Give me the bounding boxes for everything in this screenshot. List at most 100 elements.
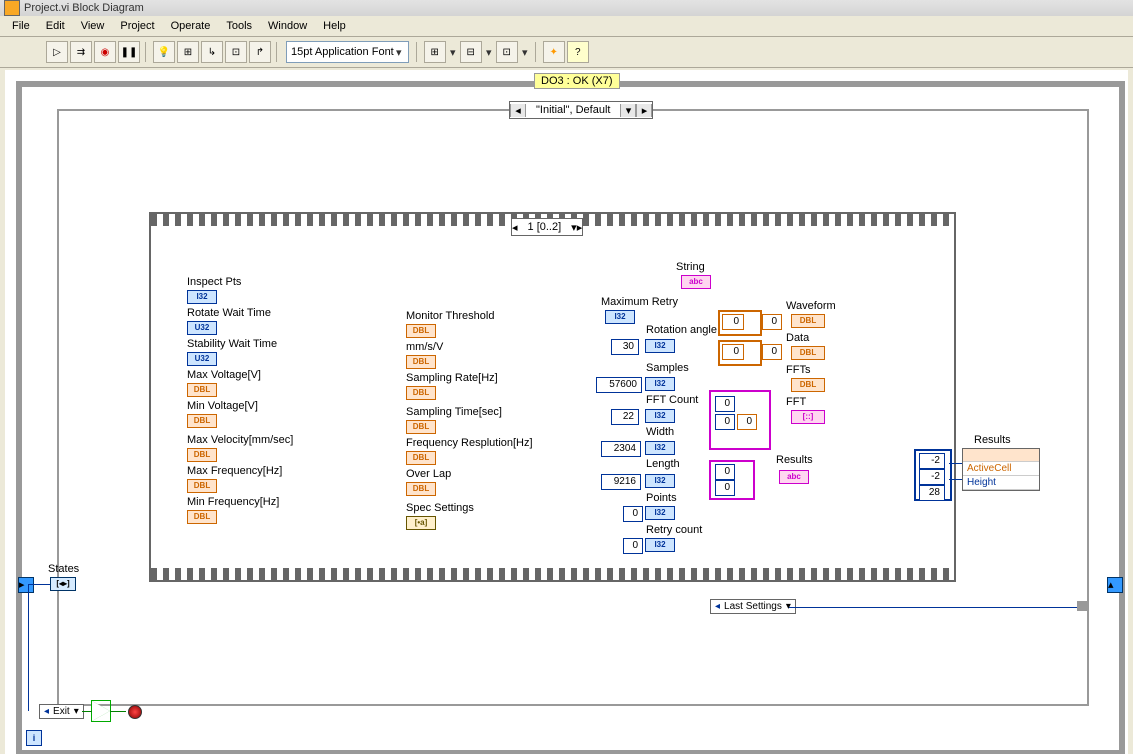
term-mms[interactable]: DBL [406, 355, 436, 369]
const-22[interactable]: 22 [611, 409, 639, 425]
lbl-minf: Min Frequency[Hz] [187, 496, 279, 508]
shift-right[interactable]: ▴ [1107, 577, 1123, 593]
lbl-samples: Samples [646, 362, 689, 374]
help-button[interactable]: ? [567, 41, 589, 63]
retain-button[interactable]: ⊞ [177, 41, 199, 63]
lbl-inspect: Inspect Pts [187, 276, 241, 288]
lbl-spec: Spec Settings [406, 502, 474, 514]
lbl-results-seq: Results [776, 454, 813, 466]
local-exit[interactable]: ◂Exit▾ [39, 704, 84, 719]
term-fft[interactable]: [::] [791, 410, 825, 424]
cluster-coords[interactable]: -2 -2 28 [914, 449, 952, 501]
run-cont-button[interactable]: ⇉ [70, 41, 92, 63]
case-selector[interactable]: ◂"Initial", Default▾▸ [509, 101, 653, 119]
const-0d[interactable]: 0 [762, 344, 782, 360]
step-over-button[interactable]: ⊡ [225, 41, 247, 63]
case-structure[interactable]: ◂"Initial", Default▾▸ ◂1 [0..2]▾▸ Inspec… [57, 109, 1089, 706]
menu-edit[interactable]: Edit [38, 18, 73, 34]
const-9216[interactable]: 9216 [601, 474, 641, 490]
prop-activecell[interactable]: ActiveCell [963, 462, 1039, 476]
lbl-string: String [676, 261, 705, 273]
font-combo[interactable]: 15pt Application Font▾ [286, 41, 409, 63]
term-maxv[interactable]: DBL [187, 383, 217, 397]
term-stability[interactable]: U32 [187, 352, 217, 366]
lbl-maxvel: Max Velocity[mm/sec] [187, 434, 293, 446]
cleanup-button[interactable]: ✦ [543, 41, 565, 63]
run-button[interactable]: ▷ [46, 41, 68, 63]
term-rotate[interactable]: U32 [187, 321, 217, 335]
term-stime[interactable]: DBL [406, 420, 436, 434]
highlight-button[interactable]: 💡 [153, 41, 175, 63]
pause-button[interactable]: ❚❚ [118, 41, 140, 63]
const-0p[interactable]: 0 [623, 506, 643, 522]
reorder-button[interactable]: ⊡ [496, 41, 518, 63]
menu-project[interactable]: Project [112, 18, 162, 34]
property-node-results[interactable]: ActiveCell Height [962, 448, 1040, 491]
stacked-sequence[interactable]: ◂1 [0..2]▾▸ Inspect Pts I32 Rotate Wait … [149, 212, 956, 582]
const-0w[interactable]: 0 [762, 314, 782, 330]
tunnel-right[interactable] [1077, 601, 1087, 611]
while-loop[interactable]: DO3 : OK (X7) ▸ ▴ ◂"Initial", Default▾▸ … [16, 81, 1125, 754]
term-data[interactable]: DBL [791, 346, 825, 360]
term-points[interactable]: I32 [645, 506, 675, 520]
term-width[interactable]: I32 [645, 441, 675, 455]
step-out-button[interactable]: ↱ [249, 41, 271, 63]
const-57600[interactable]: 57600 [596, 377, 642, 393]
lbl-maxf: Max Frequency[Hz] [187, 465, 282, 477]
abort-button[interactable]: ◉ [94, 41, 116, 63]
lbl-states: States [48, 563, 79, 575]
term-minf[interactable]: DBL [187, 510, 217, 524]
menu-help[interactable]: Help [315, 18, 354, 34]
cluster-fft[interactable]: 0 0 0 [709, 390, 771, 450]
term-results-seq[interactable]: abc [779, 470, 809, 484]
step-into-button[interactable]: ↳ [201, 41, 223, 63]
term-freq[interactable]: DBL [406, 451, 436, 465]
const-2304[interactable]: 2304 [601, 441, 641, 457]
lbl-stime: Sampling Time[sec] [406, 406, 502, 418]
term-maxvel[interactable]: DBL [187, 448, 217, 462]
term-minv[interactable]: DBL [187, 414, 217, 428]
distribute-button[interactable]: ⊟ [460, 41, 482, 63]
cluster-data-const[interactable]: 0 [718, 340, 762, 366]
term-ffts[interactable]: DBL [791, 378, 825, 392]
term-string[interactable]: abc [681, 275, 711, 289]
term-samples[interactable]: I32 [645, 377, 675, 391]
iteration-terminal[interactable]: i [26, 730, 42, 746]
lbl-mms: mm/s/V [406, 341, 443, 353]
menu-operate[interactable]: Operate [163, 18, 219, 34]
const-m2a: -2 [919, 453, 945, 469]
cluster-waveform-const[interactable]: 0 [718, 310, 762, 336]
diagram-canvas[interactable]: DO3 : OK (X7) ▸ ▴ ◂"Initial", Default▾▸ … [5, 70, 1128, 754]
menu-window[interactable]: Window [260, 18, 315, 34]
term-spec[interactable]: [•a] [406, 516, 436, 530]
menu-tools[interactable]: Tools [218, 18, 260, 34]
lbl-data: Data [786, 332, 809, 344]
term-waveform[interactable]: DBL [791, 314, 825, 328]
seq-selector[interactable]: ◂1 [0..2]▾▸ [511, 218, 583, 236]
prop-height[interactable]: Height [963, 476, 1039, 490]
term-inspect[interactable]: I32 [187, 290, 217, 304]
term-states[interactable]: [◂▸] [50, 577, 76, 591]
stop-terminal[interactable] [128, 705, 142, 719]
menu-file[interactable]: File [4, 18, 38, 34]
shift-left[interactable]: ▸ [18, 577, 34, 593]
term-maxf[interactable]: DBL [187, 479, 217, 493]
film-bottom [151, 568, 954, 580]
lbl-freq: Frequency Resplution[Hz] [406, 437, 533, 449]
term-maxretry[interactable]: I32 [605, 310, 635, 324]
cluster-results[interactable]: 0 0 [709, 460, 755, 500]
term-retrycnt[interactable]: I32 [645, 538, 675, 552]
term-mon[interactable]: DBL [406, 324, 436, 338]
const-0r[interactable]: 0 [623, 538, 643, 554]
lbl-samp: Sampling Rate[Hz] [406, 372, 498, 384]
menu-view[interactable]: View [73, 18, 113, 34]
term-over[interactable]: DBL [406, 482, 436, 496]
const-30[interactable]: 30 [611, 339, 639, 355]
term-length[interactable]: I32 [645, 474, 675, 488]
term-rotangle[interactable]: I32 [645, 339, 675, 353]
lbl-waveform: Waveform [786, 300, 836, 312]
term-samp[interactable]: DBL [406, 386, 436, 400]
align-button[interactable]: ⊞ [424, 41, 446, 63]
local-last-settings[interactable]: ◂Last Settings▾ [710, 599, 796, 614]
term-fftcount[interactable]: I32 [645, 409, 675, 423]
